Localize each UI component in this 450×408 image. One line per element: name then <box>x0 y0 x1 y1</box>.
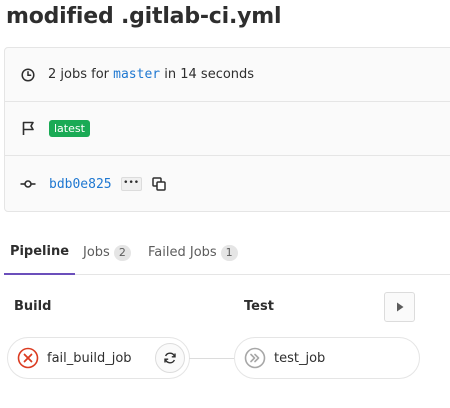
play-icon <box>396 302 403 312</box>
status-skipped-icon <box>244 347 266 369</box>
pipeline-info-box: 2 jobs for master in 14 seconds latest b… <box>4 47 450 212</box>
play-stage-button[interactable] <box>384 292 415 322</box>
duration-text: in 14 seconds <box>164 67 255 82</box>
jobs-count-text: 2 jobs for <box>48 67 110 82</box>
retry-icon <box>164 352 176 364</box>
job-name: fail_build_job <box>47 350 132 366</box>
job-test[interactable]: test_job <box>234 337 420 379</box>
commit-icon <box>20 176 36 192</box>
copy-icon[interactable] <box>151 177 166 191</box>
status-failed-icon <box>17 347 39 369</box>
pipeline-badges-row: latest <box>5 102 450 156</box>
tab-pipeline-label: Pipeline <box>9 244 70 259</box>
page-title: modified .gitlab-ci.yml <box>6 4 282 29</box>
flag-icon <box>20 121 36 137</box>
tab-failed-jobs-label: Failed Jobs <box>148 245 217 260</box>
tab-jobs[interactable]: Jobs 2 <box>83 230 131 275</box>
job-name: test_job <box>274 350 326 366</box>
pipeline-tabs: Pipeline Jobs 2 Failed Jobs 1 <box>4 230 450 275</box>
jobs-summary: 2 jobs for master in 14 seconds <box>48 67 254 82</box>
failed-jobs-count-badge: 1 <box>220 244 238 261</box>
jobs-count-badge: 2 <box>113 244 131 261</box>
latest-badge: latest <box>49 120 90 137</box>
branch-link[interactable]: master <box>113 67 160 82</box>
retry-job-button[interactable] <box>155 343 185 373</box>
clock-icon <box>20 67 36 83</box>
commit-row: bdb0e825 ••• <box>5 156 450 212</box>
stage-title-test: Test <box>244 299 274 314</box>
expand-commit-button[interactable]: ••• <box>120 177 142 191</box>
commit-sha-link[interactable]: bdb0e825 <box>49 177 112 192</box>
stage-title-build: Build <box>14 299 52 314</box>
tab-jobs-label: Jobs <box>83 245 110 260</box>
stage-connector <box>189 358 234 359</box>
tab-pipeline[interactable]: Pipeline <box>4 230 75 275</box>
pipeline-duration-row: 2 jobs for master in 14 seconds <box>5 48 450 102</box>
tab-failed-jobs[interactable]: Failed Jobs 1 <box>148 230 238 275</box>
